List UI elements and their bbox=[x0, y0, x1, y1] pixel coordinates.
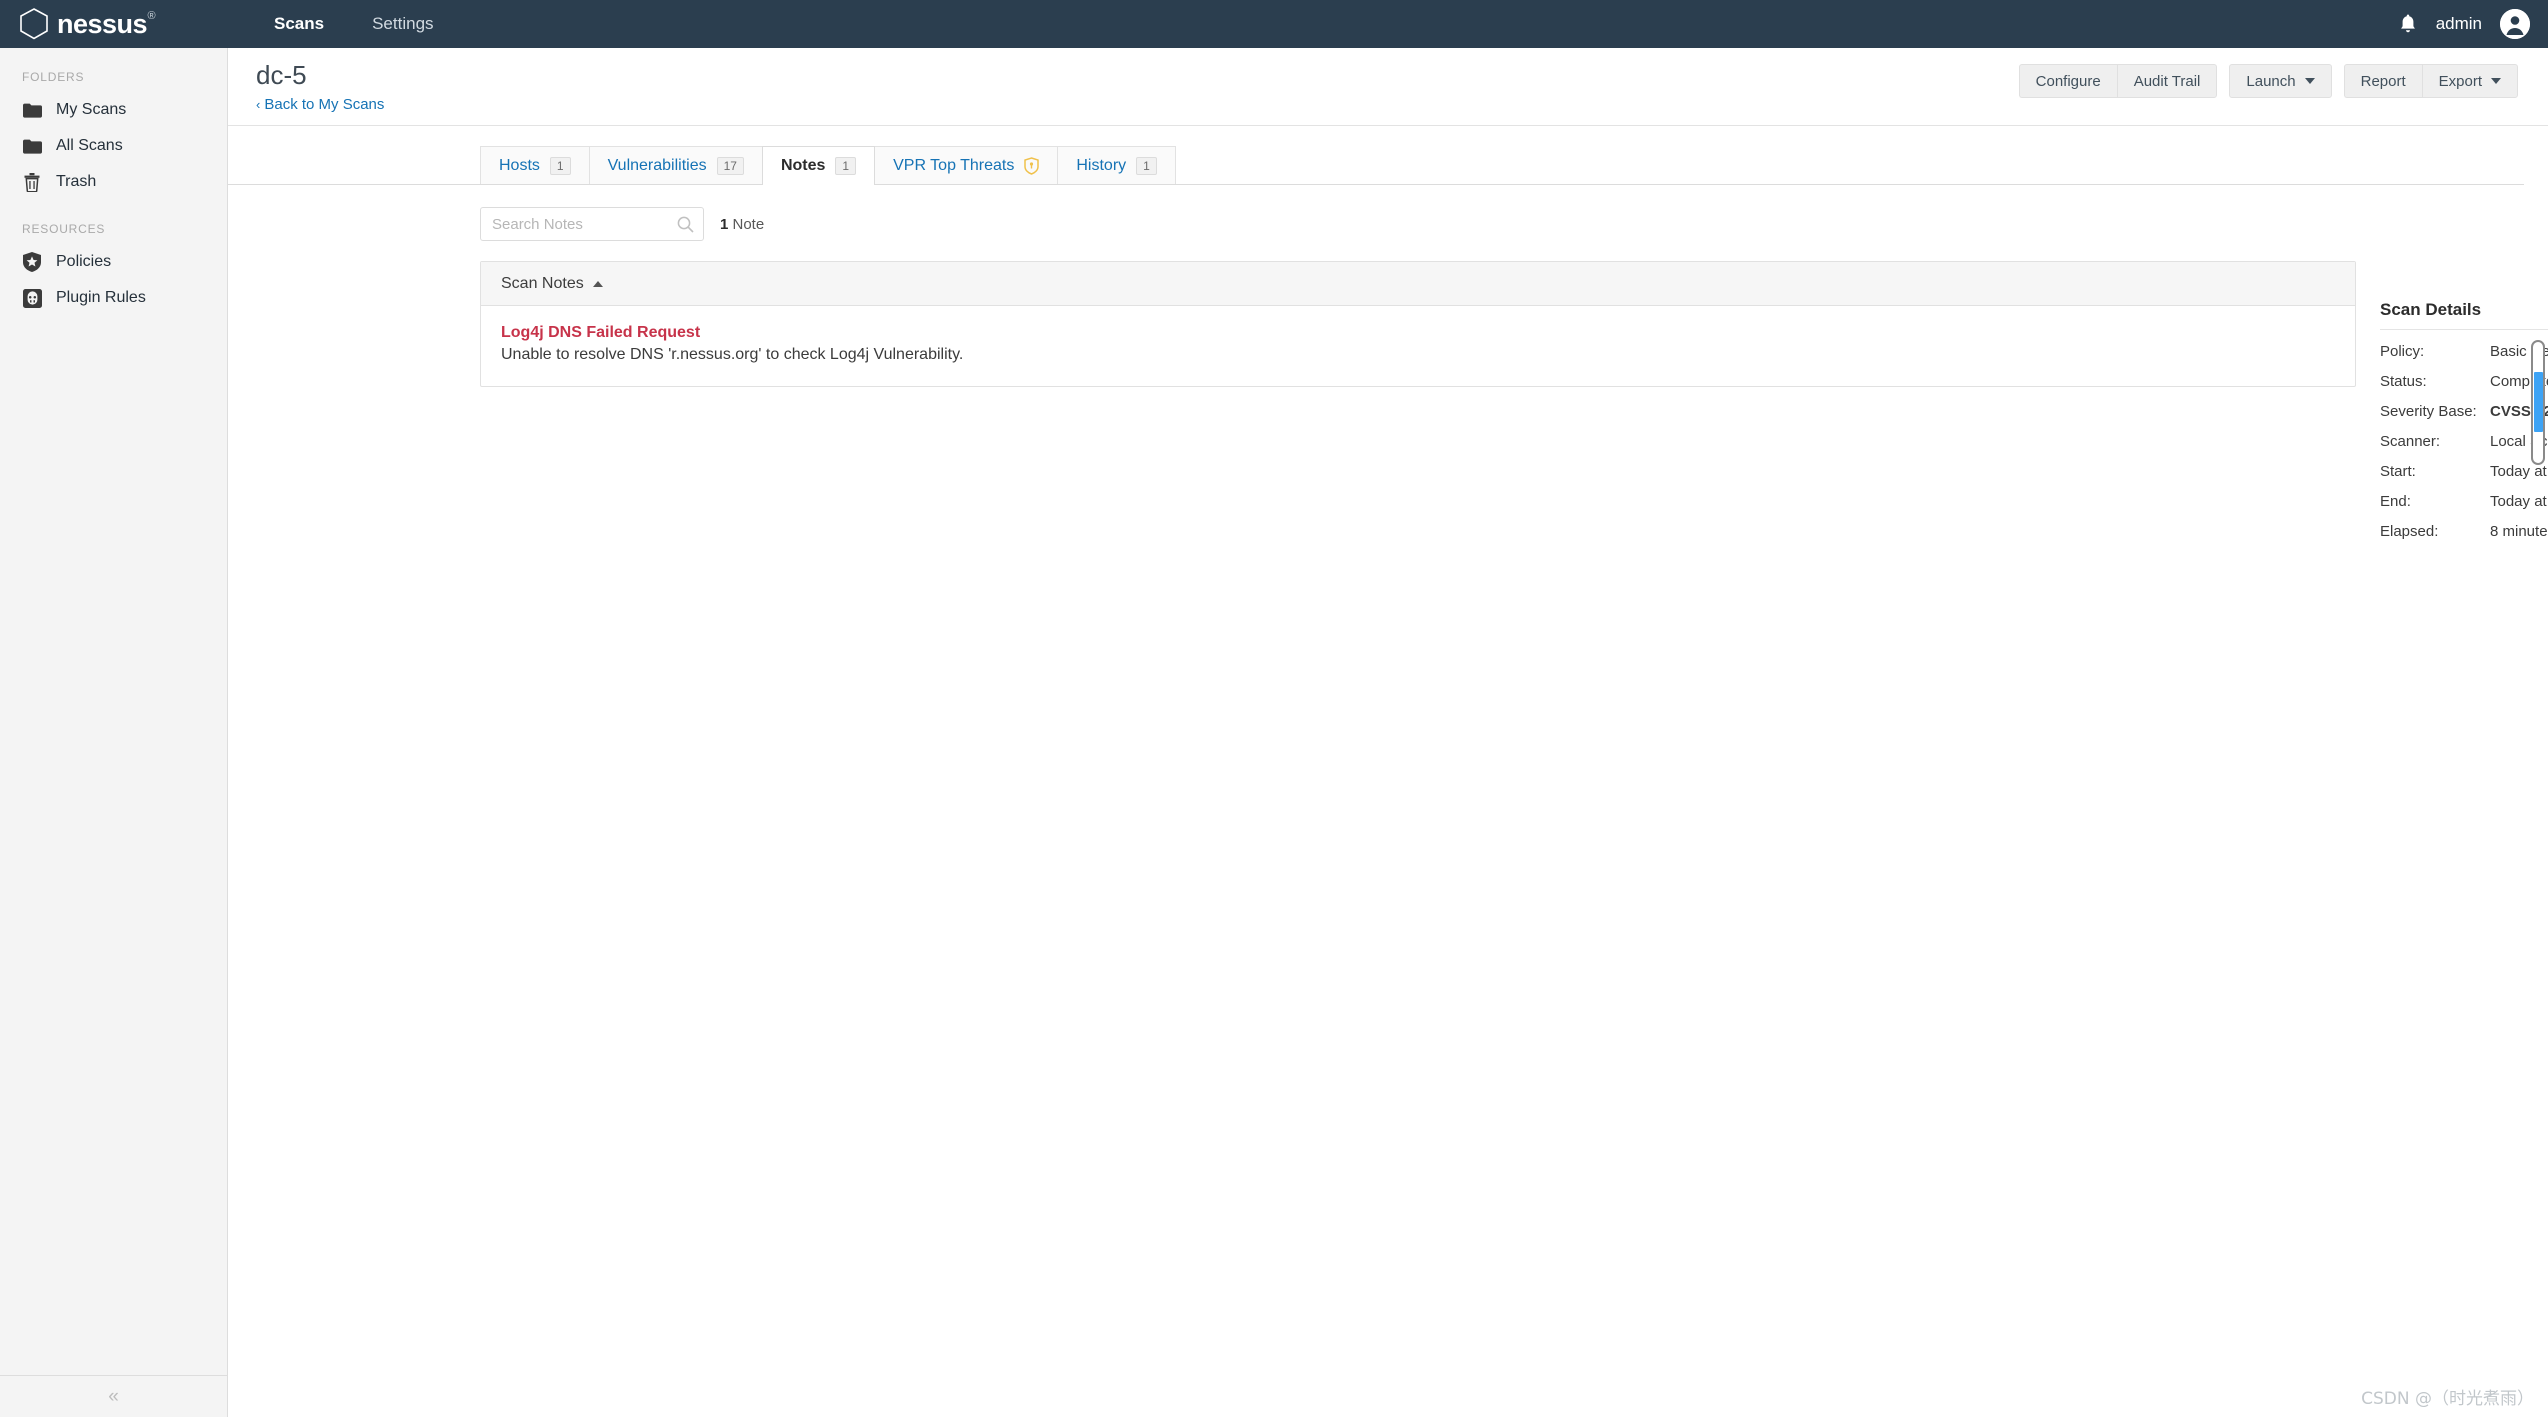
nessus-logo[interactable]: nessus ® bbox=[18, 7, 218, 41]
report-button[interactable]: Report bbox=[2343, 64, 2422, 98]
sidebar-item-plugin-rules[interactable]: Plugin Rules bbox=[0, 280, 227, 316]
tab-label: History bbox=[1076, 156, 1127, 174]
tab-label: VPR Top Threats bbox=[893, 156, 1015, 174]
sidebar-item-policies[interactable]: Policies bbox=[0, 244, 227, 280]
user-avatar-icon[interactable] bbox=[2500, 9, 2530, 39]
report-export-group: Report Export bbox=[2343, 64, 2518, 98]
main-content: dc-5 ‹ Back to My Scans Configure Audit … bbox=[228, 48, 2548, 1417]
search-notes-box[interactable] bbox=[480, 207, 704, 241]
page-header: dc-5 ‹ Back to My Scans Configure Audit … bbox=[228, 48, 2548, 126]
tab-badge: 1 bbox=[1136, 156, 1157, 175]
detail-key: Status: bbox=[2380, 373, 2427, 390]
tab-label: Notes bbox=[780, 156, 826, 174]
scan-details-panel: Scan Details Policy: Basic Network Scan … bbox=[2380, 300, 2548, 553]
table-header-scan-notes[interactable]: Scan Notes bbox=[481, 262, 2355, 306]
result-count: 1 Note bbox=[720, 216, 764, 233]
note-title[interactable]: Log4j DNS Failed Request bbox=[501, 324, 2335, 342]
sidebar-item-trash[interactable]: Trash bbox=[0, 164, 227, 200]
launch-label: Launch bbox=[2246, 72, 2296, 90]
configure-button[interactable]: Configure bbox=[2018, 64, 2117, 98]
detail-key: End: bbox=[2380, 493, 2411, 510]
tab-badge: 1 bbox=[835, 156, 857, 175]
page-actions: Configure Audit Trail Launch Report Expo… bbox=[2018, 64, 2518, 98]
tab-history[interactable]: History 1 bbox=[1057, 146, 1176, 184]
sidebar-item-label: Policies bbox=[56, 253, 112, 270]
launch-button[interactable]: Launch bbox=[2229, 64, 2332, 98]
export-label: Export bbox=[2438, 72, 2482, 90]
sidebar-item-all-scans[interactable]: All Scans bbox=[0, 128, 227, 164]
chevron-down-icon bbox=[2304, 78, 2315, 84]
logo-wordmark: nessus ® bbox=[57, 8, 156, 39]
topbar-right-group: admin bbox=[2398, 9, 2530, 39]
audit-trail-button[interactable]: Audit Trail bbox=[2116, 64, 2218, 98]
tab-vpr-top-threats[interactable]: VPR Top Threats bbox=[874, 146, 1059, 184]
shield-keyhole-icon bbox=[1024, 156, 1040, 175]
sidebar-item-label: Plugin Rules bbox=[56, 289, 146, 306]
tab-notes[interactable]: Notes 1 bbox=[761, 146, 876, 185]
chevron-left-icon: ‹ bbox=[256, 97, 261, 112]
sidebar-collapse-button[interactable]: « bbox=[0, 1375, 227, 1417]
bell-icon[interactable] bbox=[2398, 13, 2418, 35]
sort-ascending-icon bbox=[592, 280, 603, 287]
detail-row-status: Status: Completed bbox=[2380, 373, 2548, 390]
detail-key: Severity Base: bbox=[2380, 403, 2477, 420]
username-label: admin bbox=[2435, 14, 2482, 33]
top-navigation-bar: nessus ® Scans Settings admin bbox=[0, 0, 2548, 48]
detail-value: 8 minutes bbox=[2490, 523, 2548, 540]
page-scrollbar-thumb[interactable] bbox=[2534, 372, 2543, 432]
sidebar-item-label: Trash bbox=[56, 173, 97, 190]
notes-toolbar: 1 Note bbox=[480, 207, 2548, 241]
configure-audit-group: Configure Audit Trail bbox=[2018, 64, 2218, 98]
detail-row-severity-base: Severity Base: CVSS v2.0 bbox=[2380, 403, 2548, 420]
detail-key: Policy: bbox=[2380, 343, 2425, 360]
back-to-my-scans-link[interactable]: ‹ Back to My Scans bbox=[256, 96, 384, 113]
detail-row-scanner: Scanner: Local Scanner bbox=[2380, 433, 2548, 450]
hexagon-logo-icon bbox=[20, 8, 48, 40]
sidebar: FOLDERS My Scans All Scans Trash RESOURC… bbox=[0, 48, 228, 1417]
column-header-label: Scan Notes bbox=[501, 274, 584, 292]
detail-key: Start: bbox=[2380, 463, 2416, 480]
sidebar-section-resources-title: RESOURCES bbox=[22, 222, 106, 236]
scan-notes-table: Scan Notes Log4j DNS Failed Request Unab… bbox=[480, 261, 2356, 387]
detail-value: Today at 5:09 PM bbox=[2490, 463, 2548, 480]
back-link-label: Back to My Scans bbox=[264, 96, 385, 113]
sidebar-section-folders-title: FOLDERS bbox=[22, 70, 85, 84]
result-tabs: Hosts 1 Vulnerabilities 17 Notes 1 VPR T… bbox=[228, 145, 2524, 185]
sidebar-item-label: All Scans bbox=[56, 137, 123, 154]
search-input[interactable] bbox=[481, 208, 703, 240]
trademark-mark: ® bbox=[147, 9, 156, 22]
table-row[interactable]: Log4j DNS Failed Request Unable to resol… bbox=[481, 306, 2355, 386]
tab-vulnerabilities[interactable]: Vulnerabilities 17 bbox=[588, 146, 763, 184]
trash-icon bbox=[22, 172, 42, 192]
search-icon[interactable] bbox=[677, 216, 694, 238]
main-nav: Scans Settings bbox=[250, 0, 458, 48]
chevron-down-icon bbox=[2491, 78, 2501, 84]
tab-label: Hosts bbox=[499, 156, 540, 174]
tab-hosts[interactable]: Hosts 1 bbox=[480, 146, 590, 184]
detail-value: Today at 5:16 PM bbox=[2490, 493, 2548, 510]
scan-details-title: Scan Details bbox=[2380, 300, 2482, 319]
folder-icon bbox=[22, 136, 42, 156]
sidebar-item-label: My Scans bbox=[56, 101, 127, 118]
detail-row-elapsed: Elapsed: 8 minutes bbox=[2380, 523, 2548, 540]
detail-row-end: End: Today at 5:16 PM bbox=[2380, 493, 2548, 510]
plugin-rules-icon bbox=[22, 288, 42, 308]
shield-star-icon bbox=[22, 252, 42, 272]
detail-row-start: Start: Today at 5:09 PM bbox=[2380, 463, 2548, 480]
note-description: Unable to resolve DNS 'r.nessus.org' to … bbox=[501, 346, 964, 363]
tab-label: Vulnerabilities bbox=[607, 156, 707, 174]
detail-row-policy: Policy: Basic Network Scan bbox=[2380, 343, 2548, 360]
folder-icon bbox=[22, 100, 42, 120]
sidebar-item-my-scans[interactable]: My Scans bbox=[0, 92, 227, 128]
nav-link-settings[interactable]: Settings bbox=[348, 0, 457, 48]
divider bbox=[2380, 329, 2548, 330]
nav-link-scans[interactable]: Scans bbox=[250, 0, 348, 48]
tab-badge: 1 bbox=[549, 156, 571, 175]
result-count-label: Note bbox=[728, 215, 765, 233]
detail-key: Elapsed: bbox=[2380, 523, 2439, 540]
watermark: CSDN @（时光煮雨） bbox=[2361, 1389, 2534, 1409]
export-button[interactable]: Export bbox=[2421, 64, 2518, 98]
tab-badge: 17 bbox=[716, 156, 744, 175]
detail-key: Scanner: bbox=[2380, 433, 2441, 450]
